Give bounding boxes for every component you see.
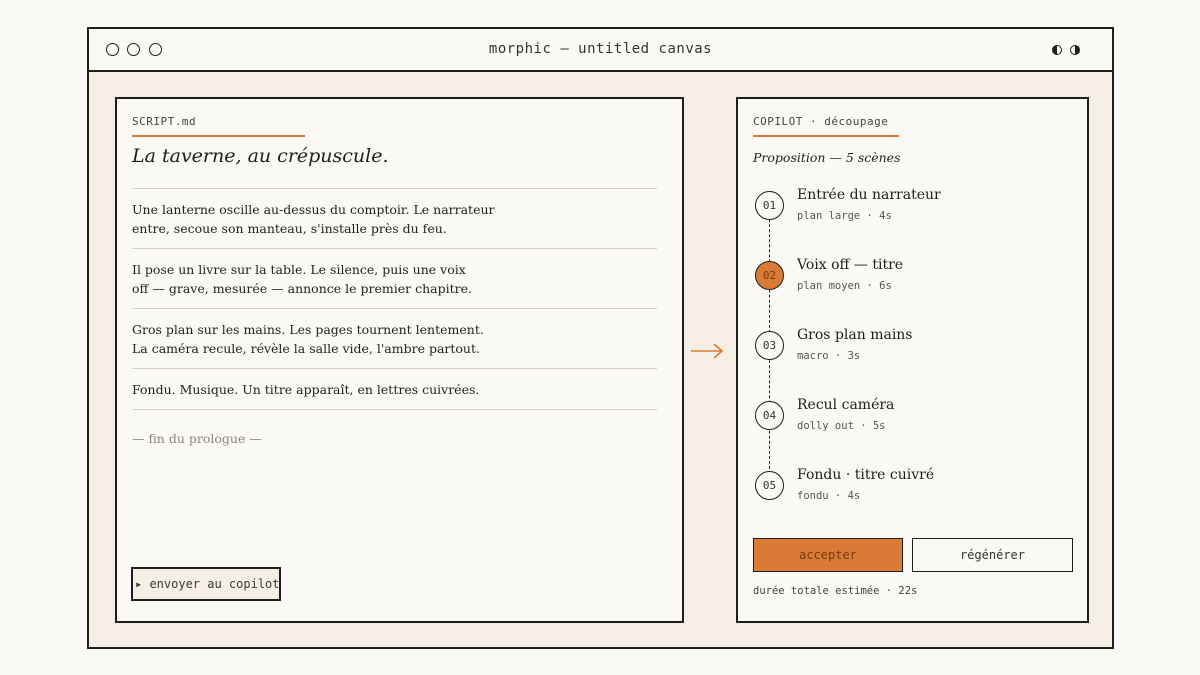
app-window: morphic — untitled canvas SCRIPT.md La t… bbox=[87, 27, 1114, 649]
script-title: La taverne, au crépuscule. bbox=[132, 145, 389, 167]
total-duration: durée totale estimée · 22s bbox=[753, 585, 918, 597]
scene-title: Fondu · titre cuivré bbox=[797, 467, 935, 483]
window-title: morphic — untitled canvas bbox=[488, 41, 713, 57]
scene-meta: dolly out · 5s bbox=[797, 420, 886, 432]
scene-title: Voix off — titre bbox=[797, 257, 904, 273]
scene-item[interactable]: 04 Recul caméra dolly out · 5s bbox=[755, 397, 1075, 447]
scene-number-badge: 04 bbox=[755, 401, 784, 430]
title-bar: morphic — untitled canvas bbox=[89, 29, 1112, 72]
paragraph-line: Fondu. Musique. Un titre apparaît, en le… bbox=[132, 382, 480, 397]
scene-title: Recul caméra bbox=[797, 397, 895, 413]
script-paragraph[interactable]: Une lanterne oscille au-dessus du compto… bbox=[132, 188, 657, 248]
proposal-heading: Proposition — 5 scènes bbox=[753, 150, 901, 165]
scene-meta: macro · 3s bbox=[797, 350, 861, 362]
script-paragraphs[interactable]: Une lanterne oscille au-dessus du compto… bbox=[132, 188, 657, 410]
scene-item[interactable]: 03 Gros plan mains macro · 3s bbox=[755, 327, 1075, 377]
copilot-label-underline bbox=[753, 135, 899, 137]
send-to-copilot-button[interactable]: ▸ envoyer au copilot bbox=[131, 567, 281, 601]
scene-meta: plan large · 4s bbox=[797, 210, 892, 222]
script-paragraph[interactable]: Fondu. Musique. Un titre apparaît, en le… bbox=[132, 368, 657, 410]
regenerate-button[interactable]: régénérer bbox=[912, 538, 1073, 572]
arrow-right-icon bbox=[691, 343, 724, 359]
accept-button[interactable]: accepter bbox=[753, 538, 903, 572]
script-panel: SCRIPT.md La taverne, au crépuscule. Une… bbox=[115, 97, 684, 623]
scene-meta: plan moyen · 6s bbox=[797, 280, 892, 292]
paragraph-line: Il pose un livre sur la table. Le silenc… bbox=[132, 262, 466, 277]
paragraph-line: off — grave, mesurée — annonce le premie… bbox=[132, 281, 472, 296]
script-ending: — fin du prologue — bbox=[132, 431, 262, 446]
scene-number-badge: 02 bbox=[755, 261, 784, 290]
contrast-alt-icon[interactable] bbox=[1070, 45, 1080, 55]
script-file-label: SCRIPT.md bbox=[132, 115, 197, 128]
paragraph-line: Une lanterne oscille au-dessus du compto… bbox=[132, 202, 495, 217]
script-paragraph[interactable]: Gros plan sur les mains. Les pages tourn… bbox=[132, 308, 657, 368]
paragraph-line: entre, secoue son manteau, s'installe pr… bbox=[132, 221, 447, 236]
scene-item[interactable]: 01 Entrée du narrateur plan large · 4s bbox=[755, 187, 1075, 237]
copilot-panel: COPILOT · découpage Proposition — 5 scèn… bbox=[736, 97, 1089, 623]
scene-meta: fondu · 4s bbox=[797, 490, 861, 502]
scene-item[interactable]: 05 Fondu · titre cuivré fondu · 4s bbox=[755, 467, 1075, 517]
theme-toggles bbox=[1052, 45, 1080, 55]
copilot-label: COPILOT · découpage bbox=[753, 115, 889, 128]
paragraph-line: Gros plan sur les mains. Les pages tourn… bbox=[132, 322, 484, 337]
scene-number-badge: 03 bbox=[755, 331, 784, 360]
contrast-icon[interactable] bbox=[1052, 45, 1062, 55]
scene-number-badge: 05 bbox=[755, 471, 784, 500]
script-paragraph[interactable]: Il pose un livre sur la table. Le silenc… bbox=[132, 248, 657, 308]
scene-title: Entrée du narrateur bbox=[797, 187, 941, 203]
script-label-underline bbox=[132, 135, 305, 137]
scene-title: Gros plan mains bbox=[797, 327, 913, 343]
paragraph-line: La caméra recule, révèle la salle vide, … bbox=[132, 341, 480, 356]
scene-number-badge: 01 bbox=[755, 191, 784, 220]
scene-item[interactable]: 02 Voix off — titre plan moyen · 6s bbox=[755, 257, 1075, 307]
